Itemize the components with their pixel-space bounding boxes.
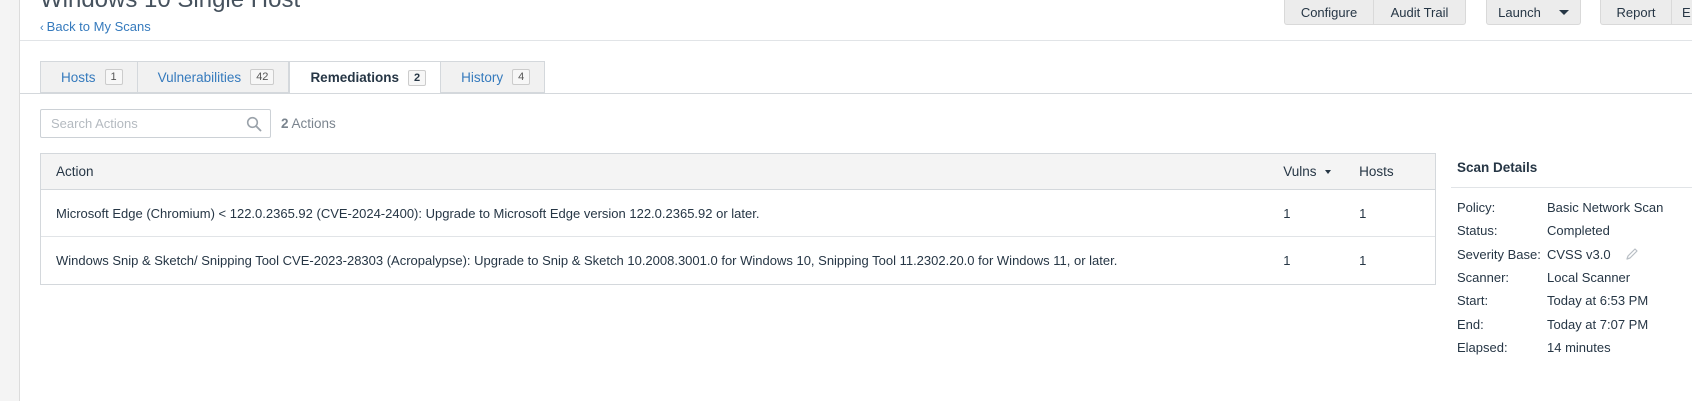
tab-history[interactable]: History 4 bbox=[441, 61, 546, 93]
search-icon[interactable] bbox=[246, 116, 262, 132]
action-count: 2 Actions bbox=[281, 116, 336, 131]
column-header-action[interactable]: Action bbox=[41, 164, 1283, 179]
column-header-vulns-label: Vulns bbox=[1283, 164, 1317, 179]
tab-hosts[interactable]: Hosts 1 bbox=[40, 61, 138, 93]
tab-bar: Hosts 1 Vulnerabilities 42 Remediations 2 H… bbox=[40, 61, 546, 94]
chevron-left-icon: ‹ bbox=[40, 22, 44, 34]
sort-caret-icon bbox=[1324, 170, 1331, 175]
audit-trail-button[interactable]: Audit Trail bbox=[1373, 0, 1466, 25]
detail-row-end: End: Today at 7:07 PM bbox=[1457, 312, 1692, 335]
pencil-icon[interactable] bbox=[1625, 247, 1639, 261]
launch-button[interactable]: Launch bbox=[1486, 0, 1581, 25]
detail-row-scanner: Scanner: Local Scanner bbox=[1457, 266, 1692, 289]
scan-details-panel: Scan Details Policy: Basic Network Scan S… bbox=[1451, 160, 1692, 359]
caret-down-icon bbox=[1558, 9, 1569, 15]
detail-row-elapsed: Elapsed: 14 minutes bbox=[1457, 336, 1692, 359]
vulns-cell: 1 bbox=[1283, 253, 1291, 268]
tab-remediations[interactable]: Remediations 2 bbox=[289, 61, 442, 94]
report-button[interactable]: Report bbox=[1600, 0, 1672, 25]
tab-count-badge: 1 bbox=[104, 69, 123, 85]
back-to-scans-link[interactable]: ‹ Back to My Scans bbox=[40, 19, 151, 34]
detail-row-start: Start: Today at 6:53 PM bbox=[1457, 289, 1692, 312]
back-link-label: Back to My Scans bbox=[46, 19, 151, 34]
detail-label: Status: bbox=[1457, 223, 1498, 239]
detail-label: Severity Base: bbox=[1457, 246, 1541, 262]
tab-count-badge: 2 bbox=[407, 69, 427, 86]
scan-details-title: Scan Details bbox=[1457, 160, 1538, 175]
table-header: Action Vulns Hosts bbox=[41, 154, 1435, 190]
action-cell: Microsoft Edge (Chromium) < 122.0.2365.9… bbox=[56, 205, 760, 221]
launch-label: Launch bbox=[1498, 4, 1541, 20]
detail-row-status: Status: Completed bbox=[1457, 219, 1692, 242]
tab-label: Vulnerabilities bbox=[157, 69, 242, 85]
table-row[interactable]: Microsoft Edge (Chromium) < 122.0.2365.9… bbox=[41, 190, 1435, 237]
left-rail bbox=[0, 0, 20, 401]
detail-label: Start: bbox=[1457, 293, 1489, 309]
tab-count-badge: 42 bbox=[250, 69, 275, 85]
tab-label: Hosts bbox=[61, 69, 96, 85]
scan-details-divider bbox=[1451, 187, 1692, 188]
remediations-table: Action Vulns Hosts Microsoft Edge (Chrom… bbox=[40, 153, 1436, 285]
detail-label: End: bbox=[1457, 316, 1484, 332]
column-header-vulns[interactable]: Vulns bbox=[1283, 164, 1359, 179]
tab-vulnerabilities[interactable]: Vulnerabilities 42 bbox=[137, 61, 290, 93]
search-actions-input[interactable] bbox=[41, 110, 231, 137]
detail-label: Scanner: bbox=[1457, 270, 1510, 286]
tabs-divider bbox=[20, 93, 1692, 94]
vulns-cell: 1 bbox=[1283, 205, 1291, 221]
search-actions-box bbox=[40, 109, 271, 138]
detail-row-policy: Policy: Basic Network Scan bbox=[1457, 196, 1692, 219]
detail-value: Basic Network Scan bbox=[1547, 200, 1664, 216]
column-header-hosts[interactable]: Hosts bbox=[1359, 164, 1435, 179]
detail-value: 14 minutes bbox=[1547, 339, 1611, 355]
detail-value: Local Scanner bbox=[1547, 270, 1631, 286]
detail-value: CVSS v3.0 bbox=[1547, 246, 1611, 262]
detail-value: Today at 6:53 PM bbox=[1547, 293, 1649, 309]
detail-row-severity-base: Severity Base: CVSS v3.0 bbox=[1457, 243, 1692, 266]
hosts-cell: 1 bbox=[1359, 205, 1367, 221]
detail-value: Completed bbox=[1547, 223, 1610, 239]
action-count-number: 2 bbox=[281, 116, 289, 131]
detail-label: Policy: bbox=[1457, 200, 1496, 216]
action-count-label: Actions bbox=[291, 116, 336, 131]
hosts-cell: 1 bbox=[1359, 253, 1367, 268]
table-row[interactable]: Windows Snip & Sketch/ Snipping Tool CVE… bbox=[41, 237, 1435, 284]
header-divider bbox=[20, 40, 1692, 41]
tab-count-badge: 4 bbox=[512, 69, 531, 85]
tab-label: Remediations bbox=[310, 70, 399, 85]
configure-button[interactable]: Configure bbox=[1284, 0, 1374, 25]
tab-label: History bbox=[461, 69, 504, 85]
detail-value: Today at 7:07 PM bbox=[1547, 316, 1649, 332]
page-title: Windows 10 Single Host bbox=[40, 0, 300, 14]
action-cell: Windows Snip & Sketch/ Snipping Tool CVE… bbox=[56, 253, 1118, 268]
detail-label: Elapsed: bbox=[1457, 339, 1508, 355]
export-button[interactable]: E bbox=[1671, 0, 1692, 25]
